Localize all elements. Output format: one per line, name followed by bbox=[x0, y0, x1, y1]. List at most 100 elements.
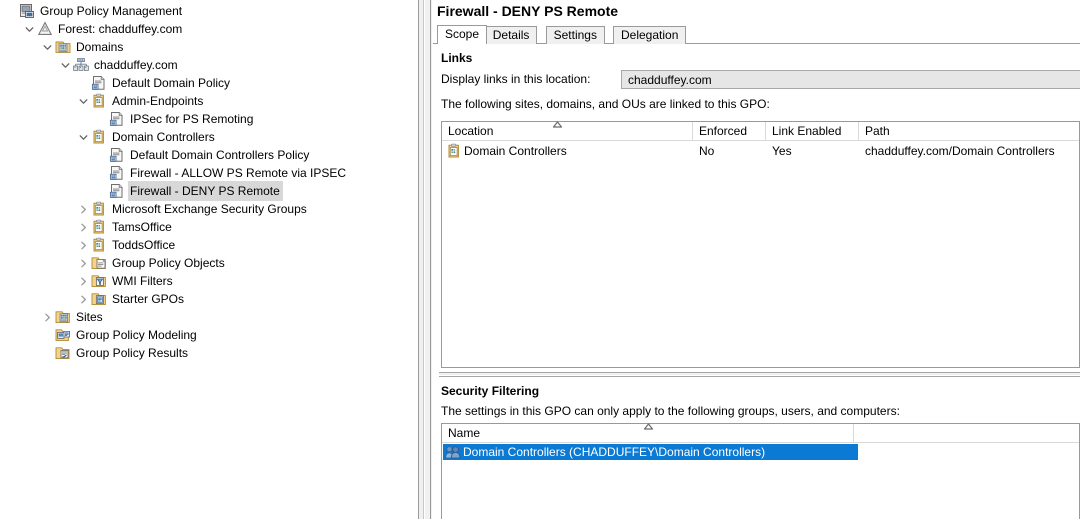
tree-item-icon-wrap bbox=[54, 345, 71, 361]
tree-item-icon-wrap bbox=[90, 93, 107, 109]
chevron-down-icon[interactable] bbox=[76, 128, 90, 146]
tree-item-label: Group Policy Objects bbox=[112, 256, 225, 270]
tree-item-forest-chadduffey-com[interactable]: Forest: chadduffey.com bbox=[22, 20, 185, 38]
tree-item-label: Group Policy Results bbox=[76, 346, 189, 360]
forest-icon bbox=[37, 21, 53, 37]
tab-settings[interactable]: Settings bbox=[545, 26, 605, 44]
tabstrip[interactable]: Scope Details Settings Delegation bbox=[433, 25, 1080, 44]
ou-icon bbox=[91, 219, 107, 235]
chevron-down-icon[interactable] bbox=[40, 38, 54, 56]
chevron-right-icon[interactable] bbox=[76, 272, 90, 290]
tree-item-label: Domain Controllers bbox=[112, 130, 215, 144]
chevron-down-icon[interactable] bbox=[58, 56, 72, 74]
ou-icon bbox=[446, 143, 462, 162]
domains-icon bbox=[55, 39, 71, 55]
tree-item-group-policy-management[interactable]: Group Policy Management bbox=[4, 2, 185, 20]
tree-item-label: Microsoft Exchange Security Groups bbox=[112, 202, 307, 216]
tree-item-icon-wrap bbox=[90, 237, 107, 253]
tree-item-toddsoffice[interactable]: ToddsOffice bbox=[76, 236, 178, 254]
security-filtering-listview[interactable]: Name Domain Controllers (CHADDUFFEY\Doma… bbox=[441, 423, 1080, 519]
links-column-location[interactable]: Location bbox=[442, 122, 693, 141]
tree-item-domains[interactable]: Domains bbox=[40, 38, 126, 56]
links-listview-header[interactable]: Location Enforced Link Enabled Path bbox=[442, 121, 1080, 141]
tree-item-label: Group Policy Modeling bbox=[76, 328, 197, 342]
chevron-down-icon[interactable] bbox=[22, 20, 36, 38]
tree-item-default-domain-policy[interactable]: Default Domain Policy bbox=[76, 74, 233, 92]
tree-item-label: Firewall - DENY PS Remote bbox=[128, 181, 283, 201]
tree-item-ipsec-for-ps-remoting[interactable]: IPSec for PS Remoting bbox=[94, 110, 256, 128]
tree-item-wmi-filters[interactable]: WMI Filters bbox=[76, 272, 176, 290]
domain-icon bbox=[72, 57, 89, 73]
tree-item-default-domain-controllers-policy[interactable]: Default Domain Controllers Policy bbox=[94, 146, 312, 164]
tree-item-tamsoffice[interactable]: TamsOffice bbox=[76, 218, 175, 236]
gpm-console-tree[interactable]: Group Policy Management Forest: chadduffe… bbox=[0, 0, 418, 519]
chevron-right-icon[interactable] bbox=[76, 254, 90, 272]
page-title: Firewall - DENY PS Remote bbox=[437, 3, 619, 19]
tree-item-label: chadduffey.com bbox=[94, 58, 178, 72]
tab-delegation[interactable]: Delegation bbox=[613, 26, 687, 44]
links-description: The following sites, domains, and OUs ar… bbox=[441, 97, 770, 111]
tree-item-domain-controllers[interactable]: Domain Controllers bbox=[76, 128, 218, 146]
tree-item-firewall-allow-ps-remote-via-ipsec[interactable]: Firewall - ALLOW PS Remote via IPSEC bbox=[94, 164, 349, 182]
tree-item-icon-wrap bbox=[90, 75, 107, 91]
tab-details[interactable]: Details bbox=[484, 26, 538, 44]
table-row[interactable]: Domain Controllers No Yes chadduffey.com/Do… bbox=[442, 142, 1079, 160]
ou-icon bbox=[91, 93, 107, 109]
gpo-link-icon bbox=[109, 147, 125, 163]
chevron-right-icon[interactable] bbox=[76, 236, 90, 254]
chevron-right-icon[interactable] bbox=[40, 308, 54, 326]
display-links-location-value: chadduffey.com bbox=[628, 73, 712, 87]
tree-item-starter-gpos[interactable]: Starter GPOs bbox=[76, 290, 187, 308]
tree-item-label: ToddsOffice bbox=[112, 238, 176, 252]
tree-item-icon-wrap bbox=[90, 129, 107, 145]
tree-item-group-policy-modeling[interactable]: Group Policy Modeling bbox=[40, 326, 200, 344]
gpo-link-icon bbox=[109, 165, 125, 181]
tree-item-chadduffey-com[interactable]: chadduffey.com bbox=[58, 56, 181, 74]
chevron-down-icon[interactable] bbox=[76, 92, 90, 110]
chevron-right-icon[interactable] bbox=[76, 290, 90, 308]
ou-icon bbox=[446, 143, 462, 164]
tree-item-label: Domains bbox=[76, 40, 124, 54]
tree-item-icon-wrap bbox=[36, 21, 53, 37]
gpo-detail-pane: Firewall - DENY PS Remote Scope Details Se… bbox=[433, 0, 1080, 519]
tree-item-microsoft-exchange-security-groups[interactable]: Microsoft Exchange Security Groups bbox=[76, 200, 310, 218]
sort-ascending-icon bbox=[642, 423, 654, 431]
links-column-path[interactable]: Path bbox=[859, 122, 1080, 141]
tree-item-sites[interactable]: Sites bbox=[40, 308, 106, 326]
tree-item-icon-wrap bbox=[108, 183, 125, 199]
security-filtering-heading: Security Filtering bbox=[441, 384, 540, 398]
links-listview[interactable]: Location Enforced Link Enabled Path Domain … bbox=[441, 121, 1080, 368]
tab-scope[interactable]: Scope bbox=[437, 25, 488, 44]
ou-icon bbox=[91, 237, 107, 253]
tree-item-icon-wrap bbox=[72, 57, 89, 73]
tree-item-group-policy-results[interactable]: Group Policy Results bbox=[40, 344, 191, 362]
tree-item-group-policy-objects[interactable]: Group Policy Objects bbox=[76, 254, 228, 272]
horizontal-splitter[interactable] bbox=[439, 372, 1080, 378]
vertical-splitter[interactable] bbox=[418, 0, 432, 519]
security-filtering-description: The settings in this GPO can only apply … bbox=[441, 404, 900, 418]
chevron-right-icon[interactable] bbox=[76, 218, 90, 236]
tree-item-admin-endpoints[interactable]: Admin-Endpoints bbox=[76, 92, 206, 110]
list-item[interactable]: Domain Controllers (CHADDUFFEY\Domain Co… bbox=[443, 444, 858, 460]
links-column-link-enabled[interactable]: Link Enabled bbox=[766, 122, 859, 141]
tree-item-icon-wrap bbox=[90, 291, 107, 307]
starter-folder-icon bbox=[91, 291, 107, 307]
group-policy-management-window: Group Policy Management Forest: chadduffe… bbox=[0, 0, 1080, 519]
tree-item-firewall-deny-ps-remote[interactable]: Firewall - DENY PS Remote bbox=[94, 181, 283, 201]
display-links-location-combobox[interactable]: chadduffey.com bbox=[621, 70, 1080, 89]
security-filtering-header[interactable]: Name bbox=[442, 423, 1079, 443]
tree-item-label: TamsOffice bbox=[112, 220, 172, 234]
chevron-right-icon[interactable] bbox=[76, 200, 90, 218]
links-cell-enforced: No bbox=[699, 144, 715, 158]
gpo-link-icon bbox=[109, 183, 125, 199]
hsplitter-line-bottom bbox=[439, 376, 1080, 377]
links-column-enforced[interactable]: Enforced bbox=[693, 122, 766, 141]
tree-item-label: Group Policy Management bbox=[40, 4, 183, 18]
tree-item-icon-wrap bbox=[90, 219, 107, 235]
tree-item-label: Firewall - ALLOW PS Remote via IPSEC bbox=[130, 166, 347, 180]
tree-item-icon-wrap bbox=[108, 147, 125, 163]
